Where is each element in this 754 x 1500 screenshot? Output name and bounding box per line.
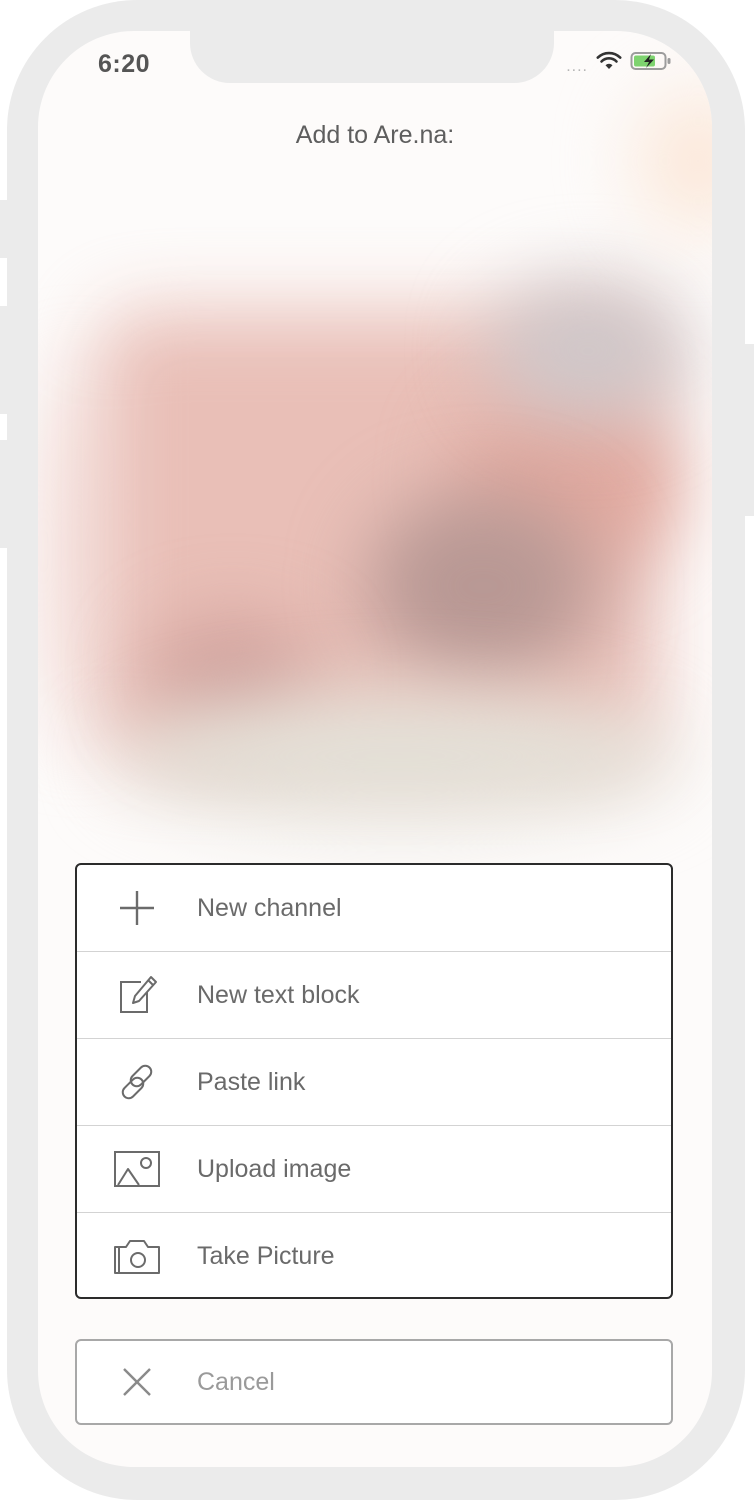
paste-link-button[interactable]: Paste link [77,1039,671,1126]
screen: 6:20 .... Add to Are.na: New channel New… [38,31,712,1467]
edit-icon [77,974,197,1016]
close-icon [77,1365,197,1399]
new-channel-button[interactable]: New channel [77,865,671,952]
cancel-button[interactable]: Cancel [75,1339,673,1425]
paste-link-label: Paste link [197,1067,306,1096]
status-indicators: .... [566,51,672,76]
cancel-label: Cancel [197,1367,275,1396]
notch [190,31,554,83]
volume-down-button [0,440,10,548]
new-text-block-button[interactable]: New text block [77,952,671,1039]
page-title: Add to Are.na: [295,121,455,149]
status-time: 6:20 [98,50,151,78]
power-button [744,344,754,516]
volume-up-button [0,306,10,414]
image-icon [77,1149,197,1189]
mute-switch [0,200,10,258]
signal-dots: .... [566,57,588,75]
plus-icon [77,888,197,928]
new-channel-label: New channel [197,893,342,922]
upload-image-button[interactable]: Upload image [77,1126,671,1213]
link-icon [77,1060,197,1104]
take-picture-button[interactable]: Take Picture [77,1213,671,1297]
take-picture-label: Take Picture [197,1242,335,1270]
new-text-block-label: New text block [197,980,360,1009]
camera-icon [77,1237,197,1277]
add-menu: New channel New text block Paste link Up… [75,863,673,1299]
upload-image-label: Upload image [197,1154,352,1183]
battery-charging-icon [630,51,672,76]
wifi-icon [596,51,622,76]
